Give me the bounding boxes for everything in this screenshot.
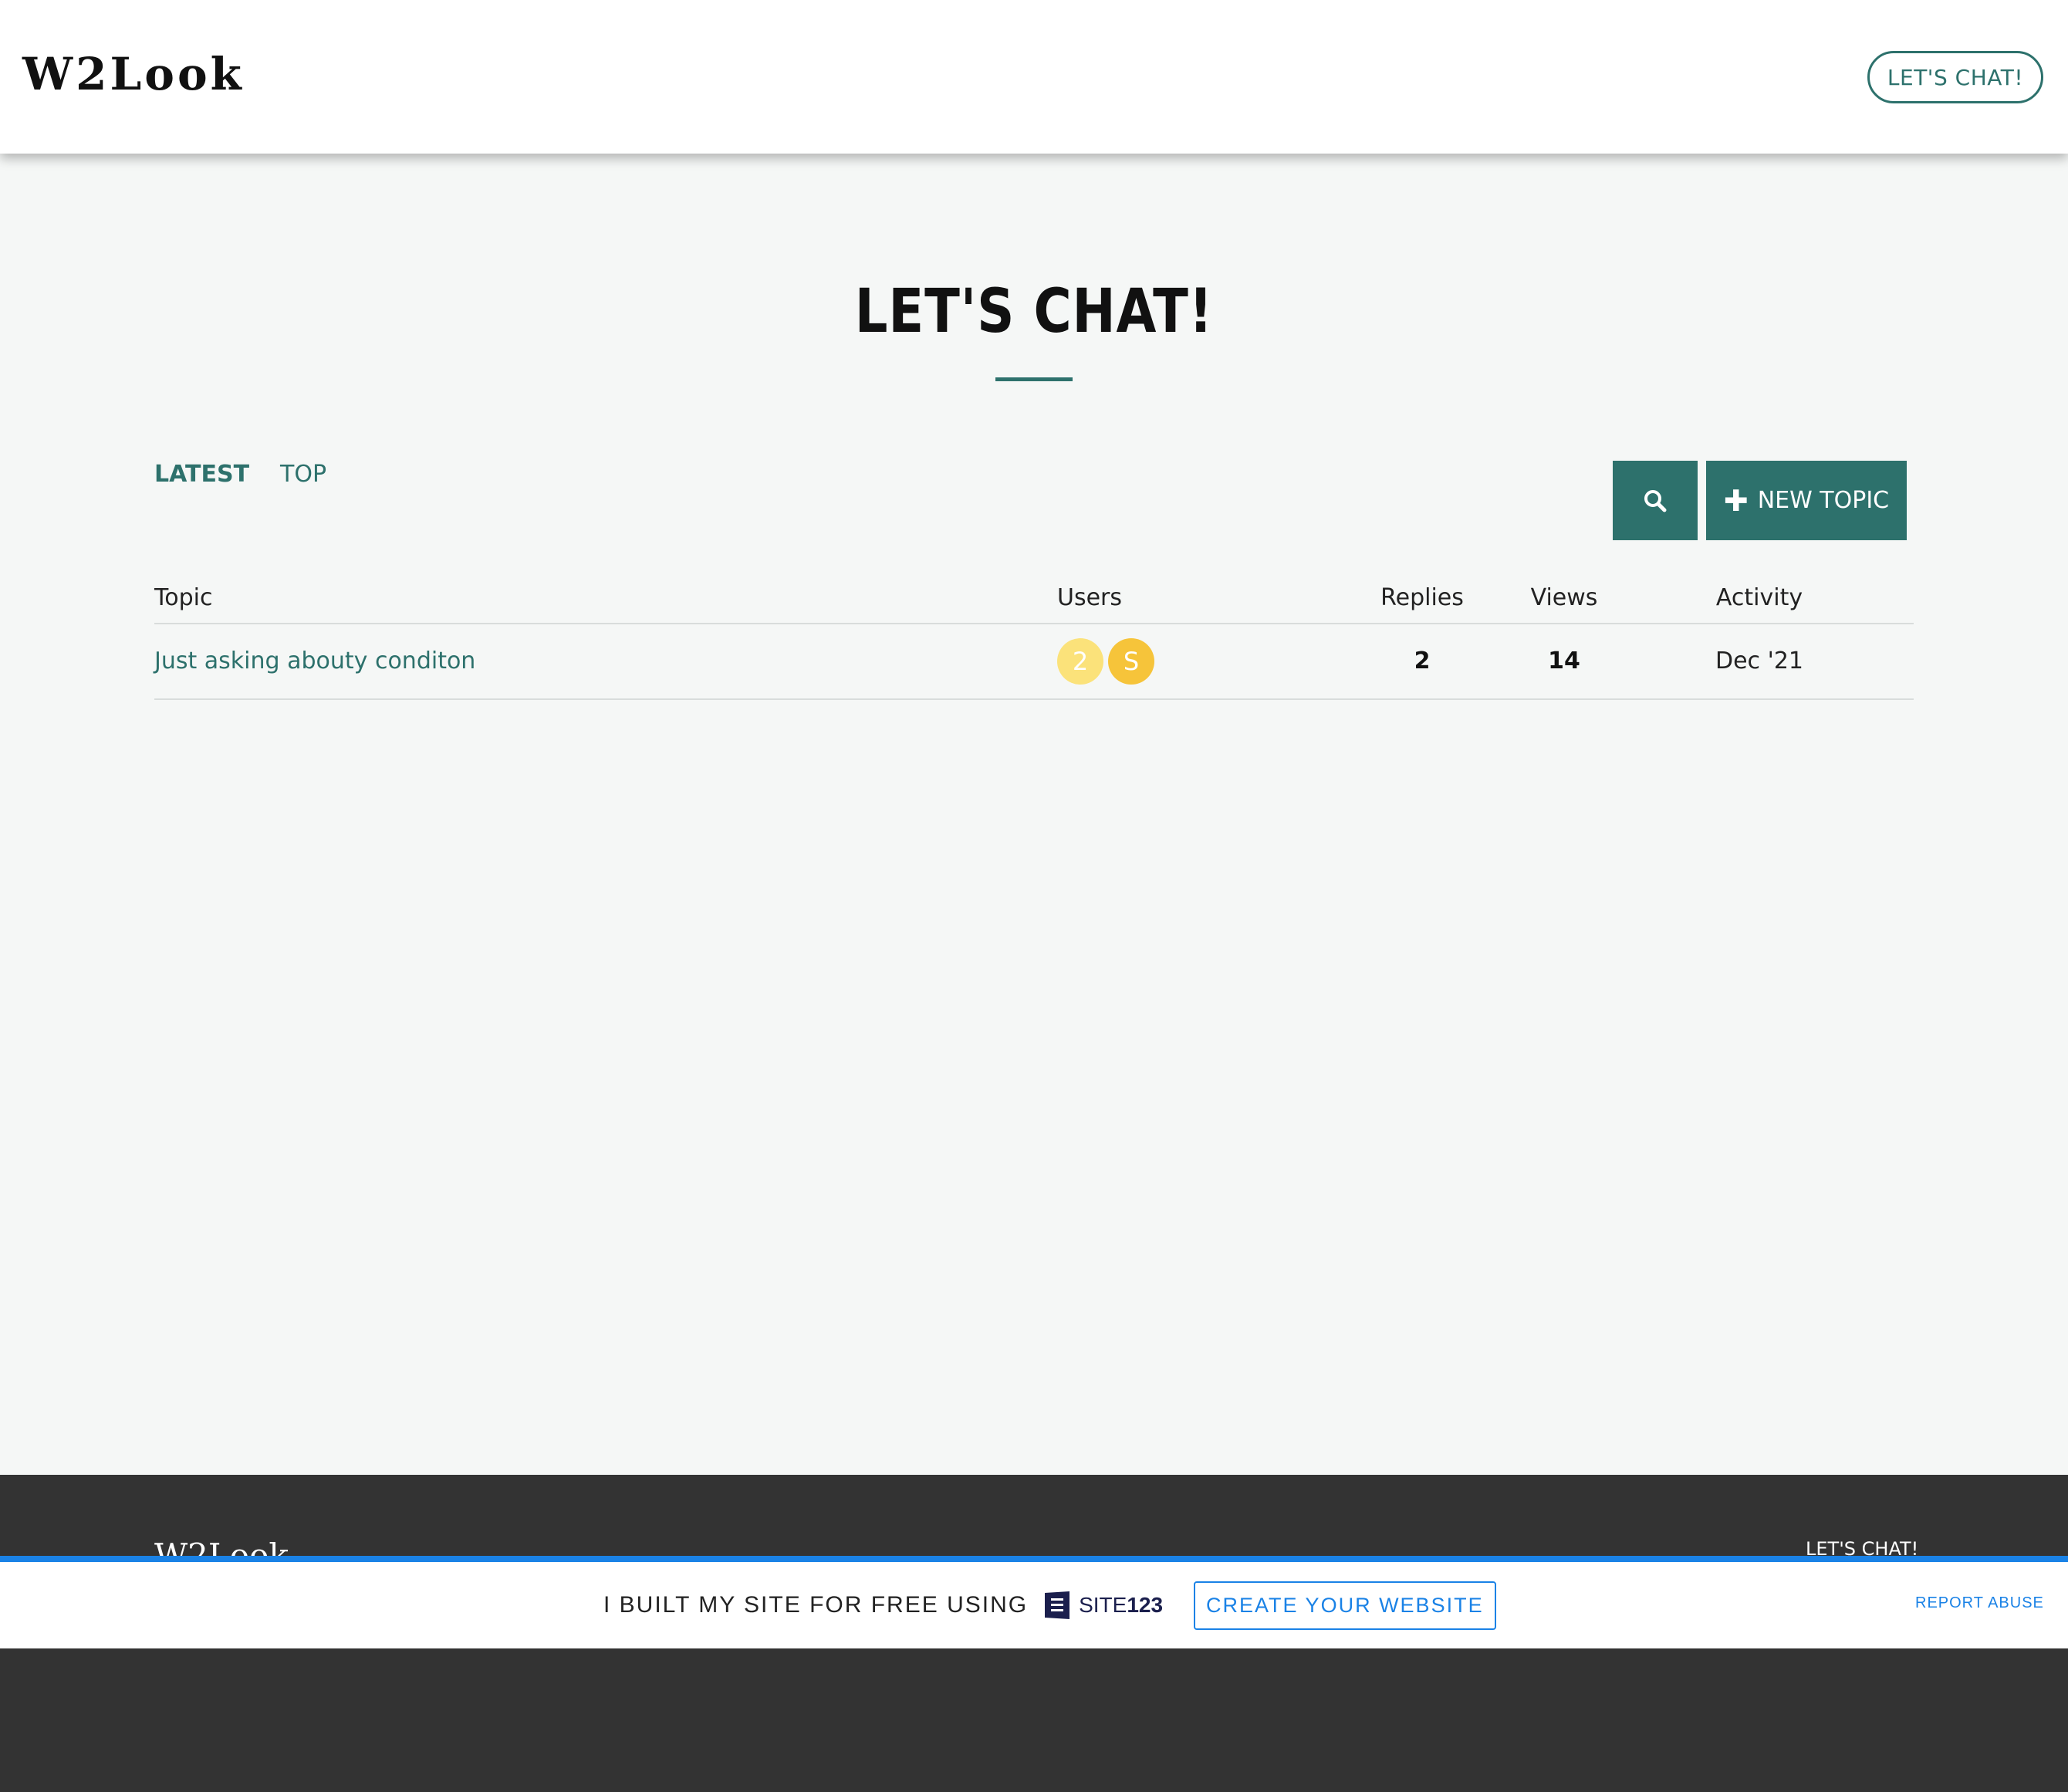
- promo-bar: I BUILT MY SITE FOR FREE USING SITE123 C…: [0, 1556, 2068, 1648]
- page-title: LET'S CHAT!: [854, 277, 1214, 347]
- plus-icon: ✚: [1723, 483, 1749, 518]
- replies-count: 2: [1414, 647, 1431, 675]
- lets-chat-nav-button[interactable]: LET'S CHAT!: [1867, 51, 2043, 103]
- avatar[interactable]: 2: [1057, 638, 1103, 685]
- user-avatars: 2 S: [1057, 638, 1154, 685]
- topic-link[interactable]: Just asking abouty conditon: [154, 647, 475, 675]
- create-website-button[interactable]: CREATE YOUR WEBSITE: [1194, 1581, 1496, 1630]
- tab-latest[interactable]: LATEST: [154, 461, 249, 488]
- site-logo[interactable]: W2Look: [22, 48, 245, 100]
- title-underline: [995, 377, 1073, 381]
- column-header-users: Users: [1057, 584, 1123, 611]
- column-header-topic: Topic: [154, 584, 213, 611]
- forum-main: LET'S CHAT! LATEST TOP ✚ NEW TOPIC Topic…: [0, 154, 2068, 1475]
- new-topic-button[interactable]: ✚ NEW TOPIC: [1706, 461, 1907, 540]
- table-row: Just asking abouty conditon 2 S 2 14 Dec…: [154, 624, 1914, 700]
- column-header-views: Views: [1530, 584, 1598, 611]
- activity-date[interactable]: Dec '21: [1690, 647, 1829, 675]
- site123-logo-icon: [1045, 1591, 1070, 1619]
- report-abuse-link[interactable]: REPORT ABUSE: [1915, 1594, 2044, 1612]
- search-icon: [1644, 489, 1667, 512]
- brand-name: SITE123: [1079, 1593, 1164, 1617]
- avatar[interactable]: S: [1108, 638, 1154, 685]
- topic-tabs: LATEST TOP: [154, 461, 326, 488]
- topics-table: Topic Users Replies Views Activity Just …: [154, 570, 1914, 700]
- new-topic-label: NEW TOPIC: [1757, 487, 1890, 514]
- column-header-replies: Replies: [1380, 584, 1464, 611]
- views-count: 14: [1548, 647, 1580, 675]
- table-header: Topic Users Replies Views Activity: [154, 570, 1914, 624]
- search-button[interactable]: [1613, 461, 1698, 540]
- site123-brand[interactable]: SITE123: [1042, 1590, 1163, 1621]
- site-header: W2Look LET'S CHAT!: [0, 0, 2068, 154]
- promo-content: I BUILT MY SITE FOR FREE USING SITE123 C…: [603, 1562, 1496, 1648]
- promo-text: I BUILT MY SITE FOR FREE USING: [603, 1592, 1029, 1618]
- column-header-activity: Activity: [1715, 584, 1803, 611]
- tab-top[interactable]: TOP: [280, 461, 326, 488]
